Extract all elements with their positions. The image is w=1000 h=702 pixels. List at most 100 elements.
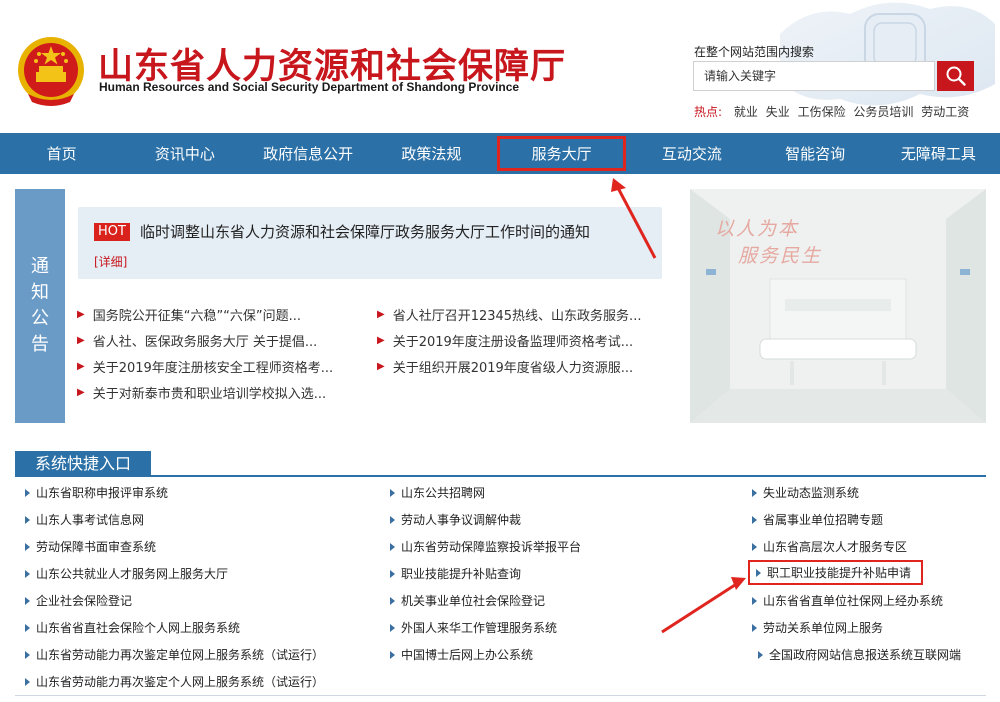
quick-link[interactable]: 山东省省直社会保险个人网上服务系统 xyxy=(25,619,240,636)
nav-item-news[interactable]: 资讯中心 xyxy=(123,133,246,174)
service-hall-banner[interactable]: 以人为本 服务民生 xyxy=(690,189,986,423)
hot-notice-title-link[interactable]: 临时调整山东省人力资源和社会保障厅政务服务大厅工作时间的通知 xyxy=(140,221,590,242)
notice-item-text: 关于对新泰市贵和职业培训学校拟入选... xyxy=(92,387,327,402)
quick-link-text: 机关事业单位社会保险登记 xyxy=(401,594,546,608)
hot-notice-card: HOT 临时调整山东省人力资源和社会保障厅政务服务大厅工作时间的通知 [详细] xyxy=(78,207,662,279)
triangle-bullet-icon xyxy=(390,569,395,578)
nav-item-home[interactable]: 首页 xyxy=(0,133,123,174)
hot-word-link[interactable]: 工伤保险 xyxy=(798,105,846,119)
search-button[interactable] xyxy=(937,61,974,91)
notice-item-link[interactable]: ▶ 关于对新泰市贵和职业培训学校拟入选... xyxy=(77,383,377,402)
quick-link[interactable]: 山东公共就业人才服务网上服务大厅 xyxy=(25,565,228,582)
triangle-bullet-icon xyxy=(752,488,757,497)
bullet-icon: ▶ xyxy=(377,309,385,320)
quick-link-text: 职业技能提升补贴查询 xyxy=(401,567,522,581)
quick-link[interactable]: 山东省劳动能力再次鉴定单位网上服务系统（试运行） xyxy=(25,646,324,663)
quick-link[interactable]: 山东省劳动能力再次鉴定个人网上服务系统（试运行） xyxy=(25,673,324,690)
triangle-bullet-icon xyxy=(752,515,757,524)
nav-item-gov-info[interactable]: 政府信息公开 xyxy=(247,133,370,174)
quick-link-text: 山东省高层次人才服务专区 xyxy=(763,540,908,554)
search-field[interactable] xyxy=(693,61,935,91)
notice-item-text: 关于组织开展2019年度省级人力资源服... xyxy=(392,361,634,376)
quick-link-text: 外国人来华工作管理服务系统 xyxy=(401,621,558,635)
notice-item-link[interactable]: ▶ 关于2019年度注册设备监理师资格考试... xyxy=(377,331,677,350)
notice-item-link[interactable]: ▶ 省人社厅召开12345热线、山东政务服务... xyxy=(377,305,677,324)
quick-link-text: 劳动保障书面审查系统 xyxy=(36,540,157,554)
notice-panel: 通 知 公 告 HOT 临时调整山东省人力资源和社会保障厅政务服务大厅工作时间的… xyxy=(15,189,679,423)
notice-item-link[interactable]: ▶ 关于2019年度注册核安全工程师资格考... xyxy=(77,357,377,376)
main-navigation: 首页 资讯中心 政府信息公开 政策法规 服务大厅 互动交流 智能咨询 无障碍工具 xyxy=(0,133,1000,174)
site-header: 山东省人力资源和社会保障厅 Human Resources and Social… xyxy=(0,0,1000,133)
quick-link[interactable]: 劳动人事争议调解仲裁 xyxy=(390,511,521,528)
quick-link-text: 劳动关系单位网上服务 xyxy=(763,621,884,635)
hot-notice-detail-link[interactable]: [详细] xyxy=(94,253,127,270)
quick-link[interactable]: 山东省劳动保障监察投诉举报平台 xyxy=(390,538,581,555)
quick-link-text: 山东省劳动能力再次鉴定个人网上服务系统（试运行） xyxy=(36,675,325,689)
triangle-bullet-icon xyxy=(752,542,757,551)
quick-link-text: 企业社会保险登记 xyxy=(36,594,133,608)
notice-item-link[interactable]: ▶ 省人社、医保政务服务大厅 关于提倡... xyxy=(77,331,377,350)
triangle-bullet-icon xyxy=(25,515,30,524)
triangle-bullet-icon xyxy=(758,650,763,659)
notice-content: HOT 临时调整山东省人力资源和社会保障厅政务服务大厅工作时间的通知 [详细] … xyxy=(65,189,679,423)
triangle-bullet-icon xyxy=(752,623,757,632)
triangle-bullet-icon xyxy=(390,488,395,497)
quick-link[interactable]: 劳动保障书面审查系统 xyxy=(25,538,156,555)
quick-link-skill-subsidy-application[interactable]: 职工职业技能提升补贴申请 xyxy=(748,560,924,585)
banner-slogan-line1: 以人为本 xyxy=(715,218,800,240)
hot-word-link[interactable]: 劳动工资 xyxy=(921,105,969,119)
triangle-bullet-icon xyxy=(25,677,30,686)
hot-word-link[interactable]: 就业 xyxy=(734,105,758,119)
notice-item-link[interactable]: ▶ 关于组织开展2019年度省级人力资源服... xyxy=(377,357,677,376)
quick-entry-header: 系统快捷入口 xyxy=(15,445,986,477)
bullet-icon: ▶ xyxy=(377,361,385,372)
notice-side-char: 公 xyxy=(31,308,49,329)
quick-link[interactable]: 企业社会保险登记 xyxy=(25,592,132,609)
hot-label: 热点: xyxy=(694,105,723,119)
quick-link-text: 山东人事考试信息网 xyxy=(36,513,145,527)
search-icon xyxy=(946,66,966,86)
nav-item-consult[interactable]: 智能咨询 xyxy=(754,133,877,174)
quick-link[interactable]: 全国政府网站信息报送系统互联网端 xyxy=(758,646,961,663)
triangle-bullet-icon xyxy=(752,596,757,605)
notice-item-text: 省人社、医保政务服务大厅 关于提倡... xyxy=(92,335,318,350)
hot-word-link[interactable]: 失业 xyxy=(766,105,790,119)
quick-link-text: 山东公共招聘网 xyxy=(401,486,486,500)
quick-link[interactable]: 外国人来华工作管理服务系统 xyxy=(390,619,557,636)
quick-link[interactable]: 山东省高层次人才服务专区 xyxy=(752,538,907,555)
section-divider xyxy=(15,695,986,696)
quick-link-text: 职工职业技能提升补贴申请 xyxy=(767,566,912,580)
hot-keywords: 热点: 就业 失业 工伤保险 公务员培训 劳动工资 xyxy=(694,103,973,120)
triangle-bullet-icon xyxy=(390,650,395,659)
quick-link-text: 山东省劳动能力再次鉴定单位网上服务系统（试运行） xyxy=(36,648,325,662)
triangle-bullet-icon xyxy=(25,569,30,578)
quick-link[interactable]: 山东省职称申报评审系统 xyxy=(25,484,168,501)
quick-link[interactable]: 中国博士后网上办公系统 xyxy=(390,646,533,663)
quick-link-text: 省属事业单位招聘专题 xyxy=(763,513,884,527)
nav-item-interaction[interactable]: 互动交流 xyxy=(630,133,753,174)
hot-badge: HOT xyxy=(94,223,130,241)
quick-link[interactable]: 职业技能提升补贴查询 xyxy=(390,565,521,582)
search-input[interactable] xyxy=(694,62,934,90)
quick-link[interactable]: 山东人事考试信息网 xyxy=(25,511,144,528)
quick-link[interactable]: 山东公共招聘网 xyxy=(390,484,485,501)
quick-link[interactable]: 劳动关系单位网上服务 xyxy=(752,619,883,636)
national-emblem-icon xyxy=(18,37,84,106)
nav-item-service-hall[interactable]: 服务大厅 xyxy=(497,136,627,171)
quick-link[interactable]: 山东省省直单位社保网上经办系统 xyxy=(752,592,943,609)
nav-item-accessibility[interactable]: 无障碍工具 xyxy=(877,133,1000,174)
triangle-bullet-icon xyxy=(25,650,30,659)
nav-item-policy[interactable]: 政策法规 xyxy=(370,133,493,174)
bullet-icon: ▶ xyxy=(77,335,85,346)
triangle-bullet-icon xyxy=(25,542,30,551)
quick-link[interactable]: 机关事业单位社会保险登记 xyxy=(390,592,545,609)
triangle-bullet-icon xyxy=(390,623,395,632)
quick-entry-title: 系统快捷入口 xyxy=(15,451,152,477)
quick-link[interactable]: 省属事业单位招聘专题 xyxy=(752,511,883,528)
search-label: 在整个网站范围内搜索 xyxy=(694,45,815,59)
notice-list: ▶ 国务院公开征集“六稳”“六保”问题... ▶ 省人社厅召开12345热线、山东政… xyxy=(77,305,677,402)
notice-item-link[interactable]: ▶ 国务院公开征集“六稳”“六保”问题... xyxy=(77,305,377,324)
hot-word-link[interactable]: 公务员培训 xyxy=(853,105,913,119)
quick-link[interactable]: 失业动态监测系统 xyxy=(752,484,859,501)
notice-side-char: 通 xyxy=(31,256,49,277)
